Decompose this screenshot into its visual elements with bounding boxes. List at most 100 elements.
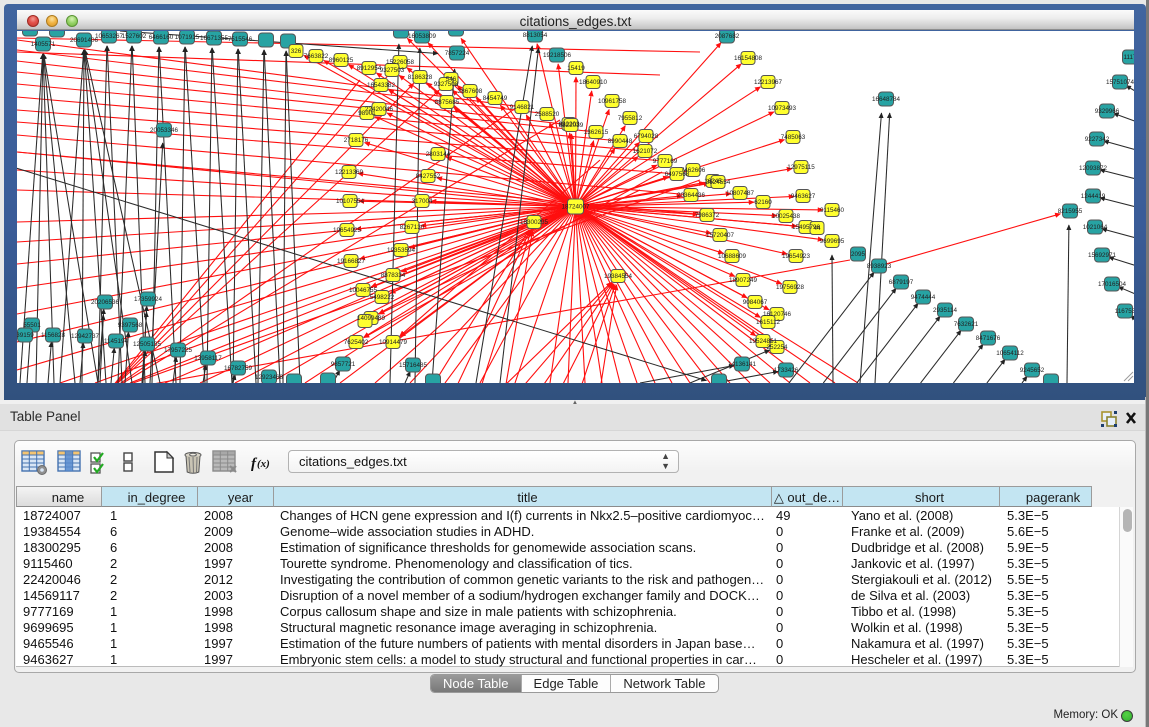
svg-text:8454749: 8454749 xyxy=(483,95,508,102)
svg-text:9146821: 9146821 xyxy=(510,104,535,111)
svg-text:12942737: 12942737 xyxy=(71,333,100,340)
svg-text:252254: 252254 xyxy=(766,344,788,351)
svg-text:8878334: 8878334 xyxy=(381,272,406,279)
svg-text:20364436: 20364436 xyxy=(677,192,706,199)
svg-text:2095: 2095 xyxy=(851,251,866,258)
svg-text:10025438: 10025438 xyxy=(772,213,801,220)
svg-text:20053346: 20053346 xyxy=(150,127,179,134)
svg-text:12505135: 12505135 xyxy=(133,341,162,348)
svg-text:116753: 116753 xyxy=(1115,308,1134,315)
svg-text:10653267: 10653267 xyxy=(95,33,124,40)
svg-text:8938923: 8938923 xyxy=(867,263,892,270)
svg-text:16154808: 16154808 xyxy=(734,55,763,62)
svg-text:9474444: 9474444 xyxy=(911,294,936,301)
svg-text:7515546: 7515546 xyxy=(228,36,253,43)
svg-text:9327503: 9327503 xyxy=(380,67,405,74)
svg-text:16053809: 16053809 xyxy=(408,33,437,40)
svg-text:9777169: 9777169 xyxy=(653,158,678,165)
svg-text:8215955: 8215955 xyxy=(1058,208,1083,215)
svg-text:8427552: 8427552 xyxy=(416,173,441,180)
svg-text:2803144: 2803144 xyxy=(426,151,451,158)
svg-text:7625402: 7625402 xyxy=(344,339,369,346)
svg-text:16543382: 16543382 xyxy=(367,82,396,89)
svg-text:15419: 15419 xyxy=(567,65,585,72)
svg-text:10688609: 10688609 xyxy=(718,253,747,260)
svg-text:2087682: 2087682 xyxy=(715,33,740,40)
svg-text:1021064: 1021064 xyxy=(1083,224,1108,231)
svg-text:10107554: 10107554 xyxy=(336,198,365,205)
svg-text:1156828: 1156828 xyxy=(41,332,66,339)
svg-text:9115460: 9115460 xyxy=(820,207,845,214)
svg-text:62160: 62160 xyxy=(754,199,772,206)
svg-text:12923468: 12923468 xyxy=(255,374,284,381)
svg-text:16671355: 16671355 xyxy=(200,35,229,42)
svg-text:2718176: 2718176 xyxy=(344,137,369,144)
svg-text:7955812: 7955812 xyxy=(618,115,643,122)
svg-text:39159: 39159 xyxy=(17,332,34,339)
svg-text:1071915: 1071915 xyxy=(175,34,200,41)
svg-text:1621072: 1621072 xyxy=(633,148,658,155)
svg-text:7857224: 7857224 xyxy=(445,50,470,57)
svg-text:1615112: 1615112 xyxy=(756,319,781,326)
svg-text:9227342: 9227342 xyxy=(1085,136,1110,143)
svg-text:12213967: 12213967 xyxy=(754,79,783,86)
svg-text:3624554: 3624554 xyxy=(706,179,731,186)
svg-text:14136141: 14136141 xyxy=(728,361,757,368)
svg-text:9699695: 9699695 xyxy=(820,238,845,245)
svg-text:2935114: 2935114 xyxy=(933,307,958,314)
svg-text:1117: 1117 xyxy=(1123,54,1134,61)
svg-text:12975115: 12975115 xyxy=(787,164,815,171)
svg-text:18300295: 18300295 xyxy=(520,219,549,226)
svg-text:22420046: 22420046 xyxy=(365,106,394,113)
svg-text:8471676: 8471676 xyxy=(976,335,1001,342)
svg-text:8875685: 8875685 xyxy=(435,99,460,106)
svg-text:5498222: 5498222 xyxy=(370,294,395,301)
svg-text:17359924: 17359924 xyxy=(134,296,163,303)
svg-text:7986372: 7986372 xyxy=(695,212,720,219)
svg-text:17957225: 17957225 xyxy=(164,347,193,354)
svg-text:1405571: 1405571 xyxy=(31,41,56,48)
svg-text:6879197: 6879197 xyxy=(889,279,914,286)
svg-text:9463627: 9463627 xyxy=(791,193,816,200)
svg-text:15751074: 15751074 xyxy=(1106,79,1134,86)
svg-text:55501: 55501 xyxy=(23,322,41,329)
svg-text:19353594: 19353594 xyxy=(387,247,416,254)
svg-text:13958117: 13958117 xyxy=(194,355,222,362)
svg-text:8186328: 8186328 xyxy=(408,74,433,81)
svg-text:15720407: 15720407 xyxy=(706,232,735,239)
svg-text:7485063: 7485063 xyxy=(781,134,806,141)
svg-text:10046755: 10046755 xyxy=(349,287,378,294)
svg-text:9245652: 9245652 xyxy=(1020,367,1045,374)
svg-text:44: 44 xyxy=(813,225,821,232)
svg-text:19654923: 19654923 xyxy=(782,253,811,260)
svg-text:9397568: 9397568 xyxy=(118,322,143,329)
svg-text:12213369: 12213369 xyxy=(335,169,364,176)
svg-text:8813054: 8813054 xyxy=(523,32,548,39)
svg-text:2588520: 2588520 xyxy=(535,111,560,118)
svg-text:1244419: 1244419 xyxy=(1081,193,1106,200)
svg-text:(x): (x) xyxy=(257,458,270,470)
svg-text:18907249: 18907249 xyxy=(729,277,758,284)
svg-text:10807487: 10807487 xyxy=(726,190,755,197)
svg-text:6466160: 6466160 xyxy=(149,34,174,41)
svg-text:1362615: 1362615 xyxy=(584,129,609,136)
svg-text:15692971: 15692971 xyxy=(1088,252,1117,259)
svg-text:12093872: 12093872 xyxy=(1079,165,1108,172)
svg-text:1527602: 1527602 xyxy=(122,33,147,40)
svg-text:19384554: 19384554 xyxy=(604,273,633,280)
svg-text:16648784: 16648784 xyxy=(872,96,901,103)
svg-text:1733426: 1733426 xyxy=(774,367,799,374)
svg-text:8960125: 8960125 xyxy=(329,57,354,64)
svg-text:8267130: 8267130 xyxy=(400,224,425,231)
svg-text:18724007: 18724007 xyxy=(561,204,590,211)
svg-text:9084067: 9084067 xyxy=(743,299,768,306)
svg-text:20206536: 20206536 xyxy=(91,299,120,306)
svg-text:326: 326 xyxy=(291,48,302,55)
svg-text:1145194: 1145194 xyxy=(104,338,129,345)
svg-text:8990448: 8990448 xyxy=(608,138,633,145)
svg-text:10914479: 10914479 xyxy=(379,339,408,346)
svg-text:15226058: 15226058 xyxy=(386,59,415,66)
svg-text:14099489: 14099489 xyxy=(357,315,386,322)
svg-text:7632621: 7632621 xyxy=(954,321,979,328)
svg-text:17016504: 17016504 xyxy=(1098,281,1127,288)
